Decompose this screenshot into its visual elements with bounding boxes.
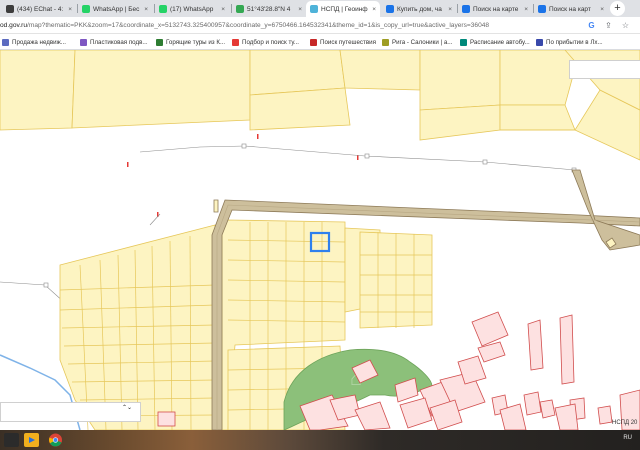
tab-favicon-icon — [159, 5, 167, 13]
tab-separator — [77, 4, 78, 13]
bookmark-label: Поиск путешествия — [320, 38, 376, 46]
windows-icon[interactable] — [4, 433, 19, 447]
bookmark-item[interactable]: Подбор и поиск ту... — [232, 37, 299, 47]
tab-title: (17) WhatsApp — [170, 5, 214, 13]
tab-close-icon[interactable]: × — [298, 6, 302, 13]
bookmark-label: Горящие туры из К... — [166, 38, 226, 46]
tab-close-icon[interactable]: × — [372, 6, 376, 13]
tab-close-icon[interactable]: × — [448, 6, 452, 13]
url-field[interactable]: od.gov.ru/map?thematic=PKK&zoom=17&coord… — [0, 20, 585, 31]
bookmark-favicon-icon — [80, 38, 87, 46]
tab-strip: (434) EChat - 4: × WhatsApp | Бес × (17) Wha… — [0, 0, 640, 17]
map-canvas[interactable]: ⌂ — [0, 50, 640, 430]
browser-tab[interactable]: Поиск на карте × — [458, 1, 532, 17]
browser-tab[interactable]: НСПД | Геоинф × — [306, 1, 380, 17]
cadastral-map[interactable]: ⌂ ⌃⌄ НСПД 20 — [0, 50, 640, 430]
bookmark-label: Подбор и поиск ту... — [242, 38, 299, 46]
tab-favicon-icon — [386, 5, 394, 13]
tab-title: Поиск на карте — [473, 5, 519, 13]
tab-close-icon[interactable]: × — [144, 6, 148, 13]
tab-separator — [533, 4, 534, 13]
tab-title: НСПД | Геоинф — [321, 5, 368, 13]
chrome-icon[interactable] — [48, 433, 63, 447]
upper-parcels — [0, 50, 640, 161]
language-indicator[interactable]: RU — [623, 435, 632, 441]
bookmark-favicon-icon — [156, 38, 163, 46]
tab-favicon-icon — [236, 5, 244, 13]
bookmark-item[interactable]: Расписание автобу... — [460, 37, 530, 47]
bookmark-item[interactable]: Рига - Салоники | а... — [382, 37, 452, 47]
bookmark-item[interactable]: По прибытии в Лх... — [536, 37, 603, 47]
os-taskbar: RU — [0, 430, 640, 450]
bookmark-favicon-icon — [460, 38, 467, 46]
tab-favicon-icon — [538, 5, 546, 13]
bookmark-favicon-icon — [382, 38, 389, 46]
share-icon[interactable]: ⇪ — [603, 20, 614, 31]
map-search-box[interactable] — [569, 60, 640, 79]
bookmark-favicon-icon — [2, 38, 9, 46]
bookmark-favicon-icon — [310, 38, 317, 46]
tab-separator — [231, 4, 232, 13]
tab-favicon-icon — [82, 5, 90, 13]
system-tray: RU — [623, 435, 632, 441]
tab-title: Поиск на карт — [549, 5, 591, 13]
bookmark-label: Продажа недвиж... — [12, 38, 66, 46]
browser-tab[interactable]: Купить дом, ча × — [382, 1, 456, 17]
new-tab-button[interactable]: + — [610, 1, 625, 16]
url-domain: od.gov.ru — [0, 22, 28, 29]
bookmark-favicon-icon — [536, 38, 543, 46]
media-icon[interactable] — [24, 433, 39, 447]
google-icon[interactable]: G — [586, 20, 597, 31]
bookmark-label: По прибытии в Лх... — [546, 38, 603, 46]
layer-select[interactable]: ⌃⌄ — [0, 402, 141, 422]
browser-tab[interactable]: 51°43'28.8"N 4 × — [232, 1, 306, 17]
bookmark-item[interactable]: Горящие туры из К... — [156, 37, 225, 47]
bookmarks-bar: Продажа недвиж... Пластиковая подв... Горя… — [0, 34, 640, 50]
tab-separator — [457, 4, 458, 13]
tab-title: (434) EChat - 4: — [17, 5, 64, 13]
tab-favicon-icon — [462, 5, 470, 13]
bookmark-label: Рига - Салоники | а... — [392, 38, 453, 46]
star-icon[interactable]: ☆ — [620, 20, 631, 31]
tab-separator — [154, 4, 155, 13]
tab-title: 51°43'28.8"N 4 — [247, 5, 291, 13]
bookmark-label: Расписание автобу... — [470, 38, 530, 46]
bookmark-favicon-icon — [232, 38, 239, 46]
tab-favicon-icon — [310, 5, 318, 13]
browser-tab[interactable]: Поиск на карт × — [534, 1, 608, 17]
tab-close-icon[interactable]: × — [221, 6, 225, 13]
map-scale-label: НСПД 20 — [612, 420, 638, 426]
url-path: /map?thematic=PKK&zoom=17&coordinate_x=5… — [27, 22, 490, 29]
browser-tab[interactable]: (434) EChat - 4: × — [2, 1, 76, 17]
tab-close-icon[interactable]: × — [524, 6, 528, 13]
tab-close-icon[interactable]: × — [600, 6, 604, 13]
chevron-updown-icon: ⌃⌄ — [121, 405, 132, 411]
small-building — [157, 411, 176, 427]
bookmark-item[interactable]: Пластиковая подв... — [80, 37, 148, 47]
tab-close-icon[interactable]: × — [68, 6, 72, 13]
bookmark-label: Пластиковая подв... — [90, 38, 148, 46]
browser-tab[interactable]: WhatsApp | Бес × — [78, 1, 152, 17]
tab-favicon-icon — [6, 5, 14, 13]
address-bar: od.gov.ru/map?thematic=PKK&zoom=17&coord… — [0, 17, 640, 34]
bookmark-item[interactable]: Поиск путешествия — [310, 37, 376, 47]
browser-tab[interactable]: (17) WhatsApp × — [155, 1, 229, 17]
tab-title: Купить дом, ча — [397, 5, 442, 13]
bookmark-item[interactable]: Продажа недвиж... — [2, 37, 66, 47]
tab-title: WhatsApp | Бес — [93, 5, 140, 13]
